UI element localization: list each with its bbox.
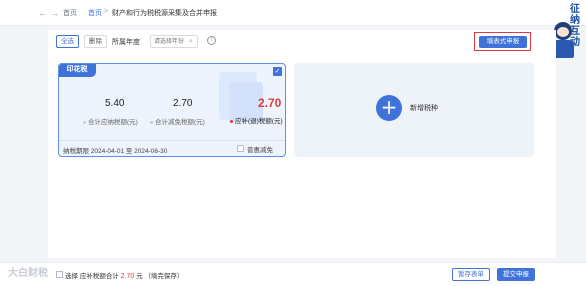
watermark: 大白财税 — [8, 268, 48, 279]
tax-period: 纳税期限 2024-04-01 至 2024-06-30 — [63, 148, 168, 155]
bottom-bar: 选择 应补税额合计 2.70 元 （填完保存） 暂存表单 提交申报 — [0, 262, 586, 286]
main-panel: 全选 删除 所属年度 ⌕ ! 填表式申报 印花税 ✓ 5.40 2.70 2.7… — [48, 30, 556, 258]
breadcrumb-separator: > — [104, 8, 109, 15]
delete-button[interactable]: 删除 — [84, 35, 107, 48]
card-footer: 纳税期限 2024-04-01 至 2024-06-30 普惠减免 — [59, 140, 285, 156]
breadcrumb-current: 财产和行为税税源采集及合并申报 — [112, 10, 217, 17]
due-tax-amount: 2.70 — [258, 96, 282, 110]
relief-tax-label: 合计减免税额(元) — [150, 116, 205, 126]
form-declare-button[interactable]: 填表式申报 — [479, 36, 527, 48]
back-arrow-icon[interactable]: ← — [38, 8, 47, 18]
info-icon[interactable]: ! — [207, 36, 216, 45]
mascot-face-icon — [557, 27, 569, 37]
search-icon[interactable]: ⌕ — [189, 38, 193, 46]
add-tax-type-label: 新增税种 — [410, 105, 438, 112]
card-checkbox[interactable]: ✓ — [273, 67, 282, 76]
top-bar: ← → 首页 首页 > 财产和行为税税源采集及合并申报 — [0, 0, 586, 26]
mascot-label: 征纳互动 — [570, 4, 580, 48]
forward-arrow-icon[interactable]: → — [50, 8, 59, 18]
summary-text: 选择 应补税额合计 2.70 元 （填完保存） — [65, 273, 184, 280]
bullet-icon — [230, 119, 233, 123]
breadcrumb-home[interactable]: 首页 — [88, 8, 102, 18]
select-all-button[interactable]: 全选 — [56, 35, 79, 48]
stamp-tax-card[interactable]: 印花税 ✓ 5.40 2.70 2.70 合计应纳税额(元) 合计减免税额(元)… — [58, 63, 286, 157]
relief-tax-amount: 2.70 — [173, 98, 193, 109]
tax-type-tag: 印花税 — [59, 64, 96, 77]
bullet-icon — [83, 120, 86, 124]
select-checkbox[interactable] — [56, 271, 63, 278]
preference-checkbox[interactable] — [237, 145, 244, 152]
save-draft-button[interactable]: 暂存表单 — [452, 268, 490, 281]
preference-label: 普惠减免 — [247, 147, 273, 154]
total-amount: 2.70 — [120, 273, 135, 280]
add-tax-type-card[interactable]: + 新增税种 — [294, 63, 534, 157]
due-tax-label: 应补(退)税额(元) — [230, 115, 283, 125]
bullet-icon — [150, 120, 153, 124]
home-link[interactable]: 首页 — [63, 8, 77, 18]
calc-tax-amount: 5.40 — [105, 98, 125, 109]
submit-declaration-button[interactable]: 提交申报 — [497, 268, 535, 281]
year-filter-label: 所属年度 — [112, 39, 140, 46]
calc-tax-label: 合计应纳税额(元) — [83, 116, 138, 126]
plus-icon[interactable]: + — [376, 95, 402, 121]
